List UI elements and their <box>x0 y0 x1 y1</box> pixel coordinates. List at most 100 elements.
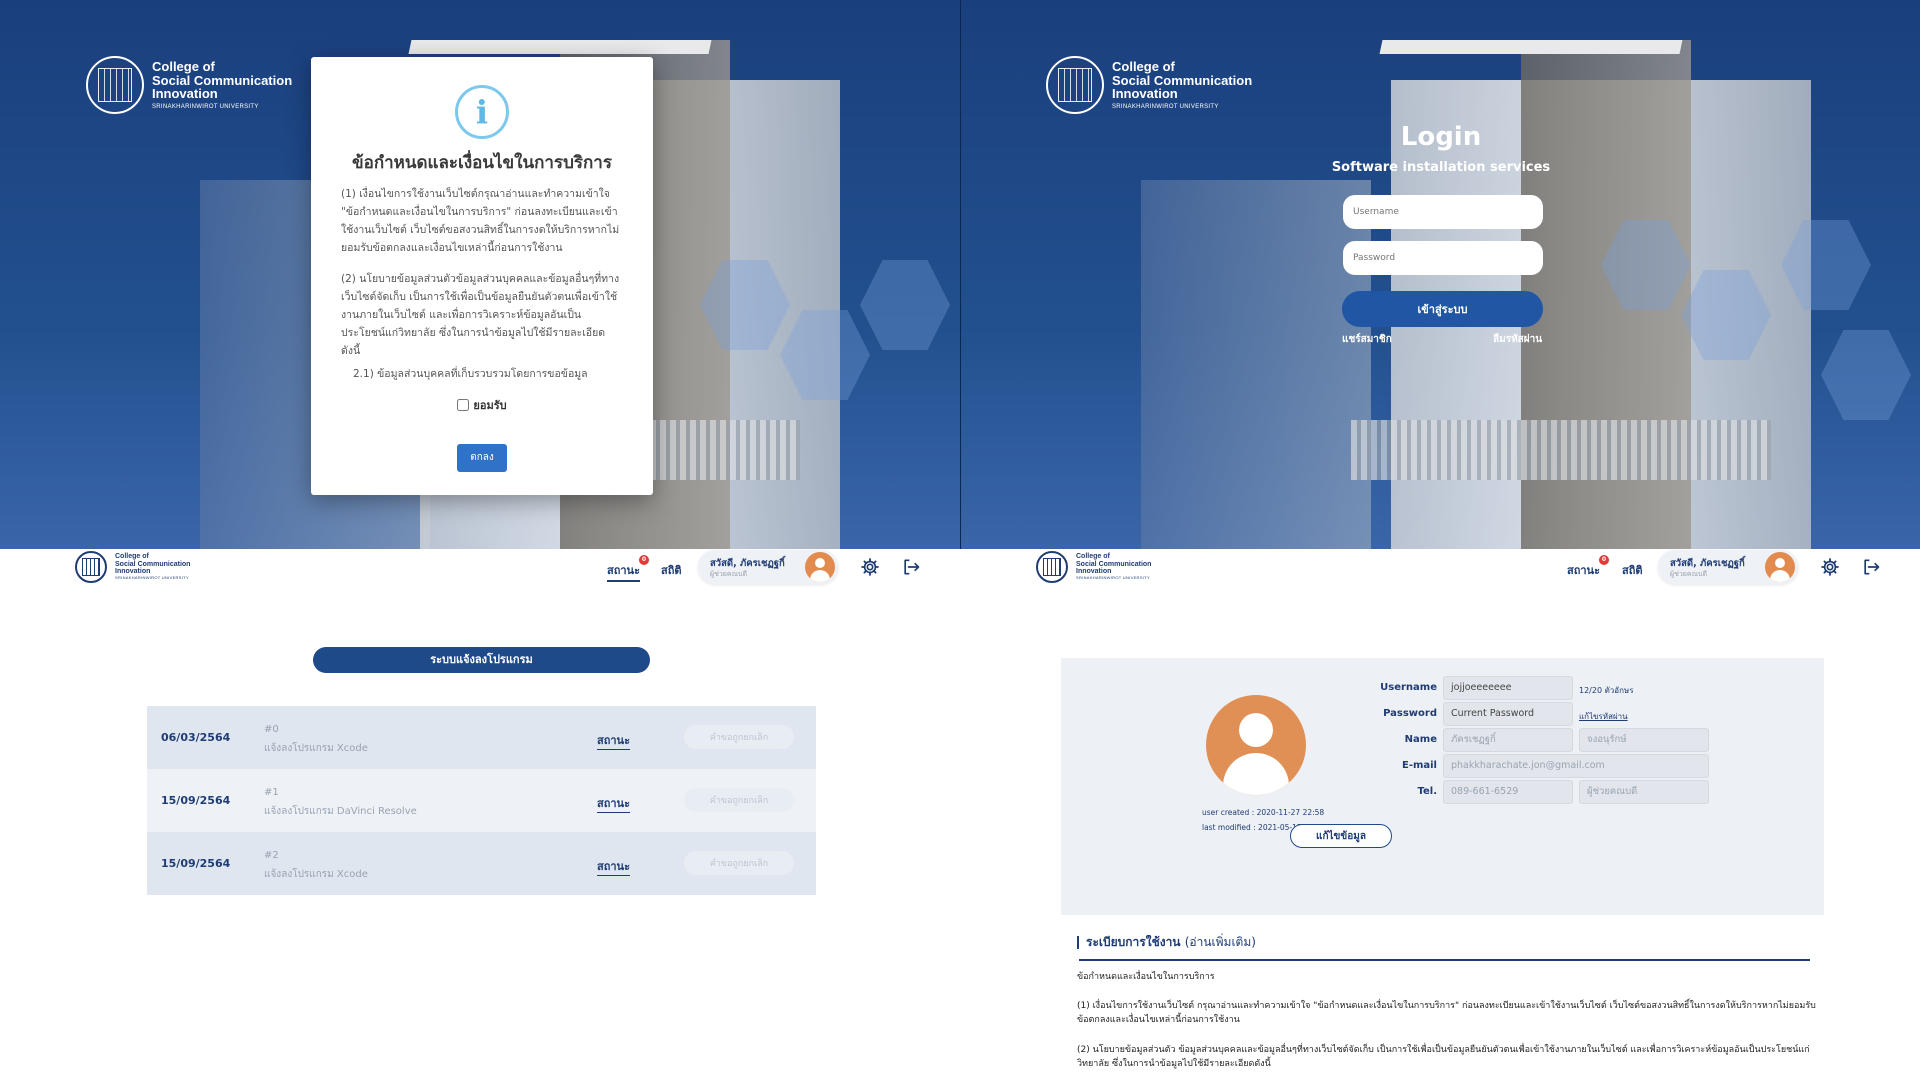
logout-icon[interactable] <box>1861 557 1881 577</box>
rules-title: ระเบียบการใช้งาน (อ่านเพิ่มเติม) <box>1077 936 1256 949</box>
login-title: Login <box>1400 122 1482 152</box>
accept-checkbox[interactable] <box>457 398 470 411</box>
college-seal-icon <box>1046 56 1104 114</box>
college-logo: College of Social Communication Innovati… <box>86 56 292 114</box>
navbar: College of Social Communication Innovati… <box>0 549 960 584</box>
user-role: ผู้ช่วยคณบดี <box>710 570 748 578</box>
rules-divider <box>1079 959 1810 961</box>
request-status-link[interactable]: สถานะ <box>597 731 630 750</box>
college-logo: College of Social Communication Innovati… <box>1046 56 1252 114</box>
logo-line1: College of <box>152 58 215 74</box>
list-item: 15/09/2564 #1 แจ้งลงโปรแกรม DaVinci Reso… <box>147 769 816 832</box>
logo-line1: College of <box>1076 553 1110 561</box>
logo-university: SRINAKHARINWIROT UNIVERSITY <box>152 103 259 110</box>
accept-checkbox-label[interactable]: ยอมรับ <box>341 396 623 414</box>
section-title: ระบบแจ้งลงโปรแกรม <box>313 647 650 673</box>
request-description: แจ้งลงโปรแกรม Xcode <box>264 743 368 754</box>
rules-heading: ข้อกำหนดและเงื่อนไขในการบริการ <box>1077 972 1215 982</box>
gear-icon[interactable] <box>1820 557 1840 577</box>
request-status-link[interactable]: สถานะ <box>597 794 630 813</box>
request-description: แจ้งลงโปรแกรม Xcode <box>264 869 368 880</box>
college-seal-icon <box>75 551 107 583</box>
college-logo[interactable]: College of Social Communication Innovati… <box>1036 551 1151 583</box>
college-seal-icon <box>1036 551 1068 583</box>
college-logo[interactable]: College of Social Communication Innovati… <box>75 551 190 583</box>
nav-stats[interactable]: สถิติ <box>1622 561 1643 579</box>
name-label: Name <box>1404 734 1437 745</box>
terms-paragraph-1: (1) เงื่อนไขการใช้งานเว็บไซต์กรุณาอ่านแล… <box>341 188 620 254</box>
login-subtitle: Software installation services <box>1331 160 1551 175</box>
position-field[interactable]: ผู้ช่วยคณบดี <box>1579 780 1709 804</box>
rules-paragraph-1: (1) เงื่อนไขการใช้งานเว็บไซต์ กรุณาอ่านแ… <box>1077 1001 1816 1025</box>
logo-line3: Innovation <box>152 86 218 102</box>
user-role: ผู้ช่วยคณบดี <box>1670 570 1708 578</box>
profile-avatar-icon[interactable] <box>1206 695 1306 795</box>
tel-label: Tel. <box>1417 786 1437 797</box>
login-button[interactable]: เข้าสู่ระบบ <box>1342 291 1543 327</box>
list-item: 15/09/2564 #2 แจ้งลงโปรแกรม Xcode สถานะ … <box>147 832 816 895</box>
request-cancelled-button[interactable]: คำขอถูกยกเลิก <box>684 725 794 749</box>
email-label: E-mail <box>1401 760 1437 771</box>
register-link[interactable]: แชร์สมาชิก <box>1342 332 1392 347</box>
request-cancelled-button[interactable]: คำขอถูกยกเลิก <box>684 851 794 875</box>
request-id: #1 <box>264 787 279 798</box>
terms-screen: College of Social Communication Innovati… <box>0 0 960 549</box>
requests-list: 06/03/2564 #0 แจ้งลงโปรแกรม Xcode สถานะ … <box>147 706 816 895</box>
nav-stats[interactable]: สถิติ <box>661 561 682 579</box>
edit-profile-button[interactable]: แก้ไขข้อมูล <box>1290 824 1392 848</box>
user-chip[interactable]: สวัสดี, ภัครเชฏฐกิ์ ผู้ช่วยคณบดี <box>1658 550 1798 584</box>
terms-modal: i ข้อกำหนดและเงื่อนไขในการบริการ (1) เงื… <box>311 57 653 495</box>
request-date: 06/03/2564 <box>161 731 231 744</box>
last-name-field[interactable]: จงอนุรักษ์ <box>1579 728 1709 752</box>
list-item: 06/03/2564 #0 แจ้งลงโปรแกรม Xcode สถานะ … <box>147 706 816 769</box>
request-date: 15/09/2564 <box>161 794 231 807</box>
nav-status[interactable]: สถานะ 0 <box>1567 555 1609 579</box>
nav-status[interactable]: สถานะ 0 <box>607 555 649 582</box>
modal-title: ข้อกำหนดและเงื่อนไขในการบริการ <box>352 153 612 173</box>
email-field[interactable]: phakkharachate.jon@gmail.com <box>1443 754 1709 778</box>
forgot-password-link[interactable]: ลืมรหัสผ่าน <box>1493 332 1542 347</box>
password-label: Password <box>1383 708 1437 719</box>
logo-line2: Social Communication <box>1112 72 1253 88</box>
gear-icon[interactable] <box>860 557 880 577</box>
profile-screen: College of Social Communication Innovati… <box>961 549 1920 1080</box>
terms-paragraph-2-1: 2.1) ข้อมูลส่วนบุคคลที่เก็บรวบรวมโดยการข… <box>353 367 588 380</box>
password-input[interactable] <box>1343 241 1543 275</box>
logo-university: SRINAKHARINWIROT UNIVERSITY <box>115 575 189 581</box>
request-cancelled-button[interactable]: คำขอถูกยกเลิก <box>684 788 794 812</box>
change-password-link[interactable]: แก้ไขรหัสผ่าน <box>1579 710 1628 723</box>
logo-line1: College of <box>1112 58 1175 74</box>
navbar: College of Social Communication Innovati… <box>961 549 1920 584</box>
avatar-icon <box>1765 552 1795 582</box>
logo-university: SRINAKHARINWIROT UNIVERSITY <box>1112 103 1219 110</box>
logo-line2: Social Communication <box>115 560 191 568</box>
read-more-link[interactable]: (อ่านเพิ่มเติม) <box>1185 935 1256 949</box>
ok-button[interactable]: ตกลง <box>457 443 507 472</box>
first-name-field[interactable]: ภัครเชฏฐกิ์ <box>1443 728 1573 752</box>
logo-line3: Innovation <box>1112 86 1178 102</box>
password-field[interactable]: Current Password <box>1443 702 1573 726</box>
username-input[interactable] <box>1343 195 1543 229</box>
profile-card: user created : 2020-11-27 22:58 last mod… <box>1061 658 1824 915</box>
terms-paragraph-2: (2) นโยบายข้อมูลส่วนตัวข้อมูลส่วนบุคคลแล… <box>341 273 620 357</box>
request-date: 15/09/2564 <box>161 857 231 870</box>
requests-screen: College of Social Communication Innovati… <box>0 549 960 1080</box>
request-id: #2 <box>264 850 279 861</box>
info-icon: i <box>455 85 509 139</box>
request-id: #0 <box>264 724 279 735</box>
logo-university: SRINAKHARINWIROT UNIVERSITY <box>1076 575 1150 581</box>
status-badge: 0 <box>1598 555 1609 565</box>
logo-line3: Innovation <box>1076 568 1112 576</box>
username-label: Username <box>1380 682 1437 693</box>
tel-field[interactable]: 089-661-6529 <box>1443 780 1573 804</box>
college-seal-icon <box>86 56 144 114</box>
status-badge: 0 <box>638 555 649 565</box>
username-field[interactable]: jojjoeeeeeee <box>1443 676 1573 700</box>
logo-line1: College of <box>115 553 149 561</box>
logo-line2: Social Communication <box>1076 560 1152 568</box>
logout-icon[interactable] <box>901 557 921 577</box>
username-char-count: 12/20 ตัวอักษร <box>1579 686 1634 695</box>
user-created: user created : 2020-11-27 22:58 <box>1202 808 1325 817</box>
user-chip[interactable]: สวัสดี, ภัครเชฏฐกิ์ ผู้ช่วยคณบดี <box>698 550 838 584</box>
request-status-link[interactable]: สถานะ <box>597 857 630 876</box>
